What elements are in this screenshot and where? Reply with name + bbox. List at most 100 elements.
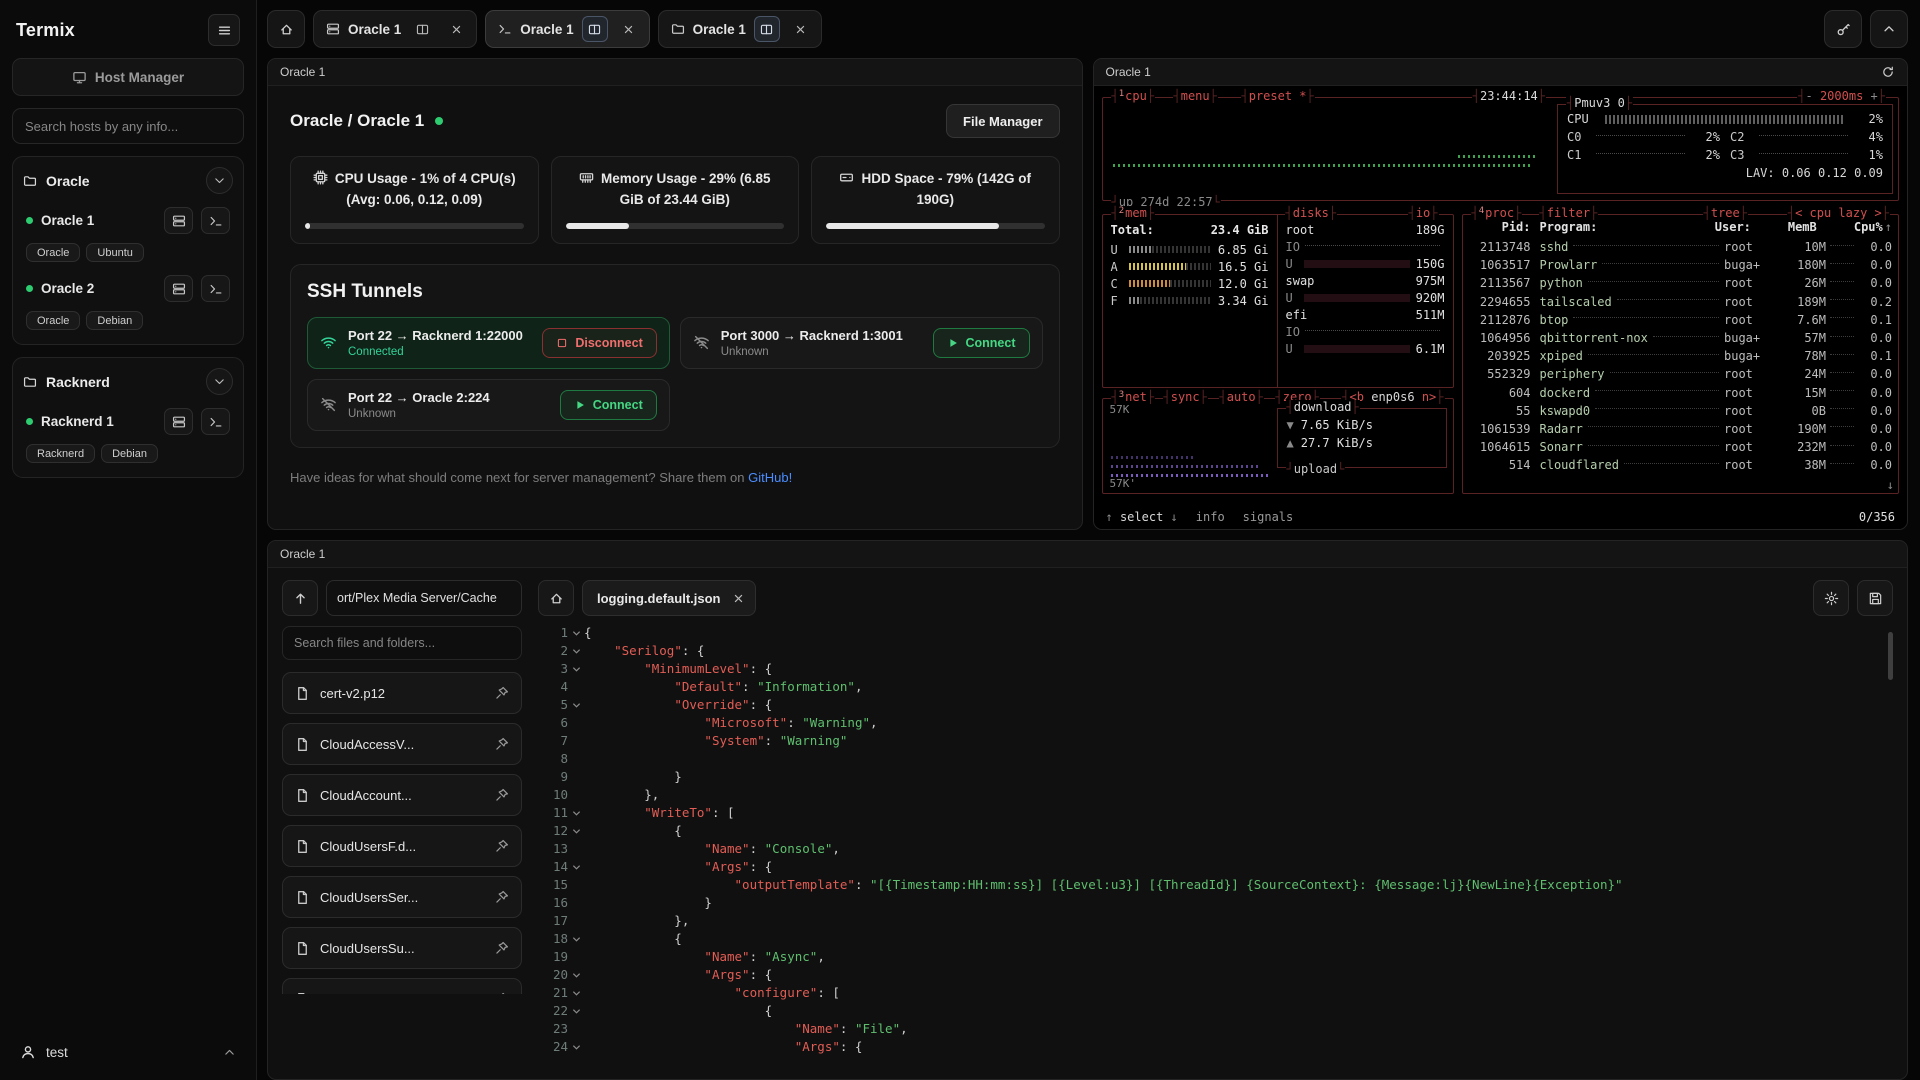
fold-icon[interactable] bbox=[568, 858, 584, 876]
fold-icon[interactable] bbox=[568, 822, 584, 840]
host-terminal-button[interactable] bbox=[201, 207, 230, 234]
pin-icon[interactable] bbox=[495, 788, 509, 802]
process-row[interactable]: 2294655tailscaledroot189M0.2 bbox=[1465, 293, 1897, 311]
folder-collapse-button[interactable] bbox=[206, 167, 233, 194]
path-input[interactable] bbox=[326, 580, 522, 616]
pin-icon[interactable] bbox=[495, 737, 509, 751]
tunnel-connect-button[interactable]: Connect bbox=[933, 328, 1030, 358]
close-icon[interactable] bbox=[732, 592, 745, 605]
file-item[interactable]: CloudUsersSu... bbox=[282, 927, 522, 969]
fold-icon[interactable] bbox=[568, 642, 584, 660]
pin-icon[interactable] bbox=[495, 686, 509, 700]
close-tab-button[interactable] bbox=[788, 16, 814, 42]
parent-directory-button[interactable] bbox=[282, 580, 318, 616]
collapse-tabbar-button[interactable] bbox=[1870, 10, 1908, 48]
host-server-button[interactable] bbox=[164, 207, 193, 234]
tab-folder[interactable]: Oracle 1 bbox=[658, 10, 822, 48]
file-icon bbox=[295, 788, 310, 803]
editor-file-tab[interactable]: logging.default.json bbox=[582, 580, 756, 616]
home-button[interactable] bbox=[267, 10, 305, 48]
file-item[interactable]: CloudAccessV... bbox=[282, 723, 522, 765]
btop-clock: 23:44:14 bbox=[1472, 89, 1546, 103]
fold-icon[interactable] bbox=[568, 1038, 584, 1056]
host-server-button[interactable] bbox=[164, 408, 193, 435]
split-view-button[interactable] bbox=[582, 16, 608, 42]
github-link[interactable]: GitHub! bbox=[748, 470, 792, 485]
file-icon bbox=[295, 737, 310, 752]
host-item[interactable]: Racknerd 1RacknerdDebian bbox=[23, 408, 233, 463]
disk-name-row: root189G bbox=[1286, 221, 1445, 238]
file-item[interactable]: CloudAccount... bbox=[282, 774, 522, 816]
split-view-button[interactable] bbox=[754, 16, 780, 42]
btop-terminal[interactable]: 1cpu menu preset * 23:44:14 - 2000ms + P… bbox=[1094, 86, 1908, 529]
fold-icon[interactable] bbox=[568, 696, 584, 714]
file-search-input[interactable] bbox=[282, 626, 522, 660]
line-number: 21 bbox=[538, 984, 568, 1002]
process-table[interactable]: 2113748sshdroot10M0.01063517Prowlarrbuga… bbox=[1465, 238, 1897, 490]
file-item[interactable]: CloudUsersSer... bbox=[282, 876, 522, 918]
fold-icon[interactable] bbox=[568, 966, 584, 984]
process-row[interactable]: 1064615Sonarrroot232M0.0 bbox=[1465, 438, 1897, 456]
process-row[interactable]: 2112876btoproot7.6M0.1 bbox=[1465, 311, 1897, 329]
mem-meter-row: U6.85 Gi bbox=[1111, 241, 1269, 258]
host-terminal-button[interactable] bbox=[201, 275, 230, 302]
editor-settings-button[interactable] bbox=[1813, 580, 1849, 616]
pin-icon[interactable] bbox=[495, 890, 509, 904]
pin-icon[interactable] bbox=[495, 839, 509, 853]
tunnel-connect-button[interactable]: Connect bbox=[560, 390, 657, 420]
editor-scrollbar[interactable] bbox=[1888, 632, 1893, 680]
ssh-tools-button[interactable] bbox=[1824, 10, 1862, 48]
file-item[interactable]: cert-v2.p12 bbox=[282, 672, 522, 714]
folder-header[interactable]: Oracle bbox=[23, 167, 233, 194]
code-editor[interactable]: 1{2 "Serilog": {3 "MinimumLevel": {4 "De… bbox=[538, 624, 1893, 1067]
close-tab-button[interactable] bbox=[443, 16, 469, 42]
play-icon bbox=[574, 399, 586, 411]
tunnel-disconnect-button[interactable]: Disconnect bbox=[542, 328, 656, 358]
host-manager-button[interactable]: Host Manager bbox=[12, 58, 244, 96]
editor-home-button[interactable] bbox=[538, 580, 574, 616]
sidebar-footer-user[interactable]: test bbox=[12, 1036, 244, 1068]
home-icon bbox=[549, 591, 564, 606]
process-row[interactable]: 2113748sshdroot10M0.0 bbox=[1465, 238, 1897, 256]
refresh-icon[interactable] bbox=[1881, 65, 1895, 79]
close-tab-button[interactable] bbox=[616, 16, 642, 42]
tab-terminal[interactable]: Oracle 1 bbox=[485, 10, 649, 48]
disk-used-row: U6.1M bbox=[1286, 340, 1445, 357]
code-line: 17 }, bbox=[538, 912, 1893, 930]
host-item[interactable]: Oracle 1OracleUbuntu bbox=[23, 207, 233, 262]
process-row[interactable]: 1063517Prowlarrbuga+180M0.0 bbox=[1465, 256, 1897, 274]
host-server-button[interactable] bbox=[164, 275, 193, 302]
fold-icon[interactable] bbox=[568, 984, 584, 1002]
save-file-button[interactable] bbox=[1857, 580, 1893, 616]
scroll-up-icon: ↑ bbox=[1885, 220, 1892, 234]
host-item[interactable]: Oracle 2OracleDebian bbox=[23, 275, 233, 330]
sidebar-menu-button[interactable] bbox=[208, 14, 240, 46]
folder-header[interactable]: Racknerd bbox=[23, 368, 233, 395]
tab-server[interactable]: Oracle 1 bbox=[313, 10, 477, 48]
file-item[interactable]: CloudUsersF.d... bbox=[282, 825, 522, 867]
process-row[interactable]: 604dockerdroot15M0.0 bbox=[1465, 384, 1897, 402]
process-row[interactable]: 1061539Radarrroot190M0.0 bbox=[1465, 420, 1897, 438]
file-item[interactable] bbox=[282, 978, 522, 994]
fold-icon[interactable] bbox=[568, 930, 584, 948]
chevron-up-icon[interactable] bbox=[223, 1046, 236, 1059]
fold-icon[interactable] bbox=[568, 804, 584, 822]
process-row[interactable]: 1064956qbittorrent-noxbuga+57M0.0 bbox=[1465, 329, 1897, 347]
process-row[interactable]: 514cloudflaredroot38M0.0 bbox=[1465, 456, 1897, 474]
fold-icon[interactable] bbox=[568, 624, 584, 642]
process-row[interactable]: 2113567pythonroot26M0.0 bbox=[1465, 274, 1897, 292]
host-terminal-button[interactable] bbox=[201, 408, 230, 435]
process-row[interactable]: 55kswapd0root0B0.0 bbox=[1465, 402, 1897, 420]
process-row[interactable]: 552329peripheryroot24M0.0 bbox=[1465, 365, 1897, 383]
split-view-button[interactable] bbox=[409, 16, 435, 42]
btop-footer: ↑ select ↓ info signals 0/356 bbox=[1106, 510, 1896, 524]
process-row[interactable]: 203925xpipedbuga+78M0.1 bbox=[1465, 347, 1897, 365]
fold-icon[interactable] bbox=[568, 1002, 584, 1020]
folder-collapse-button[interactable] bbox=[206, 368, 233, 395]
host-search-input[interactable] bbox=[12, 108, 244, 144]
line-number: 3 bbox=[538, 660, 568, 678]
fold-icon[interactable] bbox=[568, 660, 584, 678]
pin-icon[interactable] bbox=[495, 992, 509, 994]
pin-icon[interactable] bbox=[495, 941, 509, 955]
file-manager-button[interactable]: File Manager bbox=[946, 104, 1059, 138]
